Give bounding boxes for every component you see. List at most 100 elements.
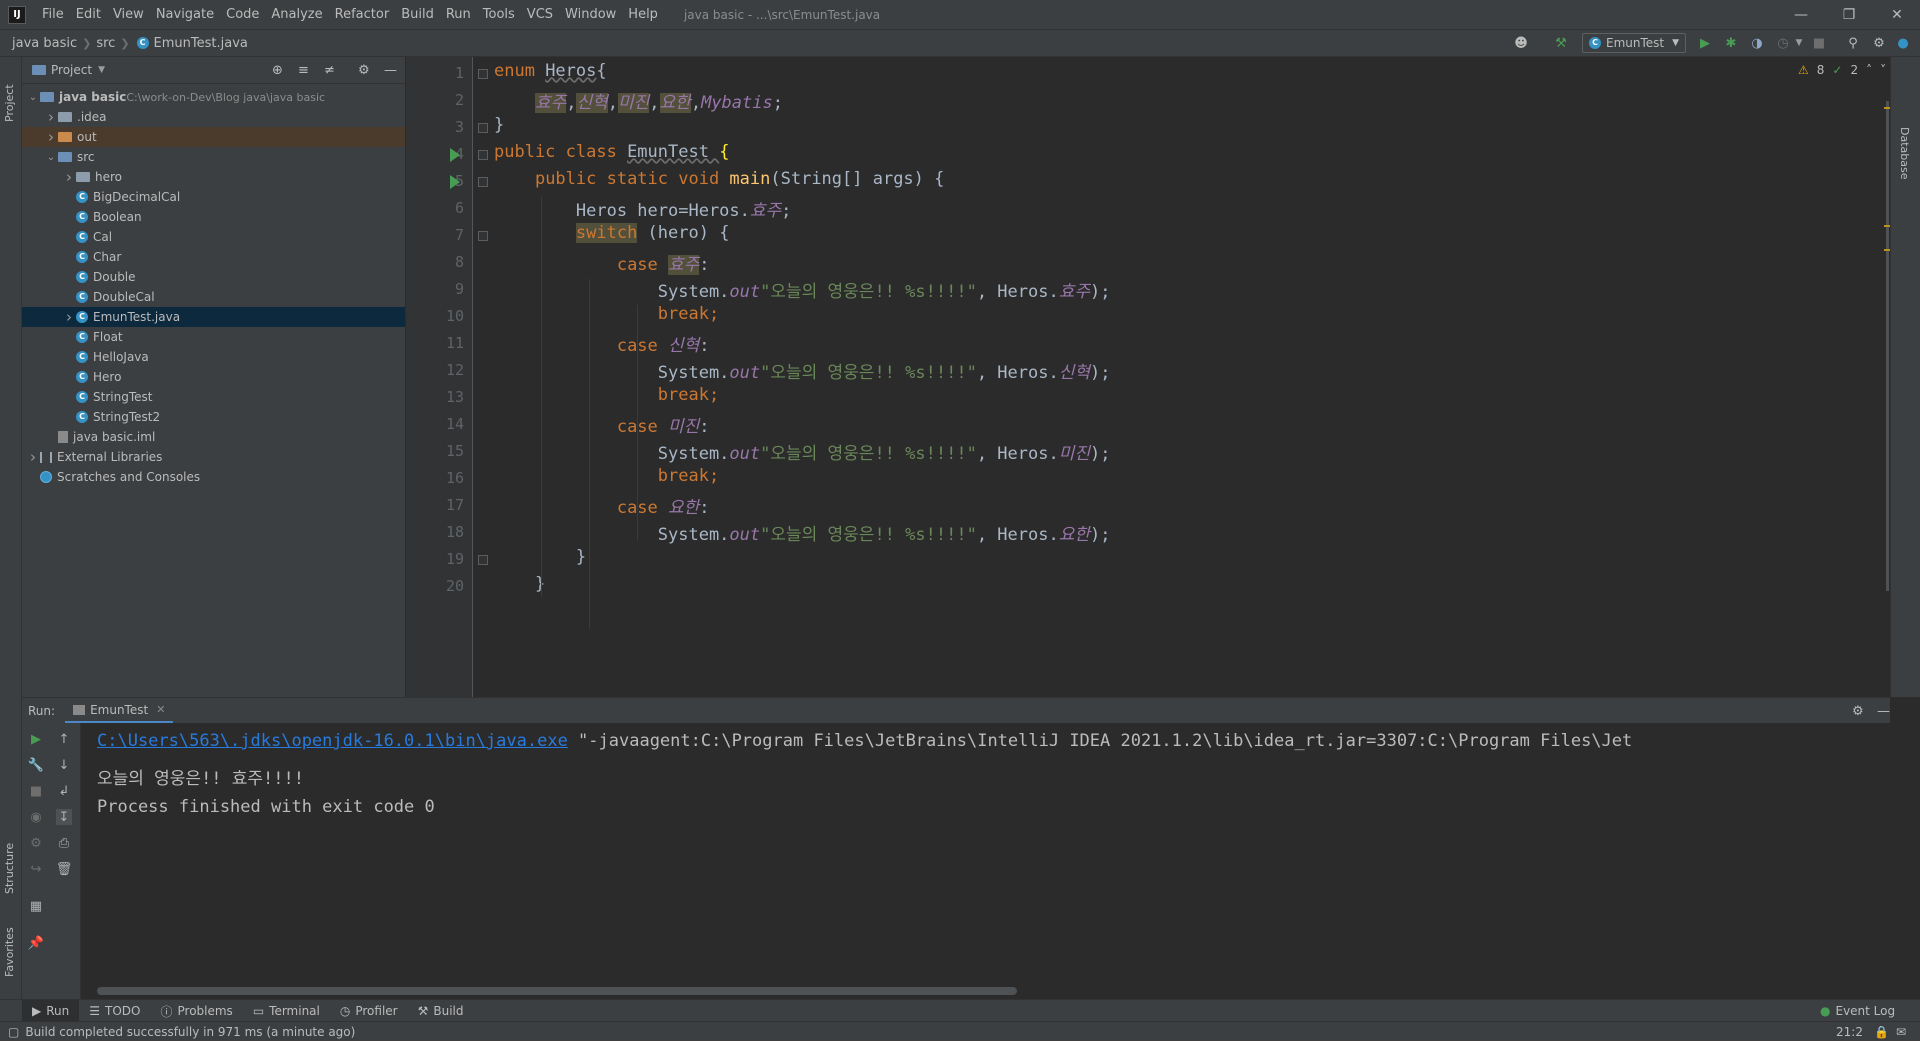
close-tab-icon[interactable]: ✕ bbox=[156, 703, 165, 716]
code-line[interactable]: System.out"오늘의 영웅은!! %s!!!!", Heros.효주); bbox=[494, 277, 1111, 302]
event-log-button[interactable]: ● Event Log bbox=[1810, 1000, 1905, 1022]
inspection-widget[interactable]: ⚠ 8 ✓ 2 ˄ ˅ bbox=[1798, 63, 1886, 77]
menu-run[interactable]: Run bbox=[440, 0, 477, 29]
menu-window[interactable]: Window bbox=[559, 0, 622, 29]
code-line[interactable]: System.out"오늘의 영웅은!! %s!!!!", Heros.요한); bbox=[494, 520, 1111, 545]
camera-icon[interactable]: ◉ bbox=[28, 809, 44, 825]
pin-icon[interactable]: 📌 bbox=[28, 935, 44, 951]
code-line[interactable]: 효주,신혁,미진,요한,Mybatis; bbox=[494, 88, 783, 113]
code-editor[interactable]: 1 2 3 4 5 6 7 8 9 10 11 12 13 14 15 16 17 18 19 20 enum Her… bbox=[406, 57, 1890, 697]
tree-item[interactable]: java basic.iml bbox=[22, 427, 405, 447]
tree-item[interactable]: C Double bbox=[22, 267, 405, 287]
plugin-update-icon[interactable]: ● bbox=[1894, 34, 1912, 52]
profiler-tool-button[interactable]: ◷ Profiler bbox=[330, 1000, 408, 1022]
notifications-icon[interactable]: ✉ bbox=[1896, 1025, 1906, 1039]
tree-item[interactable]: C Hero bbox=[22, 367, 405, 387]
menu-navigate[interactable]: Navigate bbox=[150, 0, 220, 29]
trash-icon[interactable]: 🗑 bbox=[56, 861, 73, 877]
close-icon[interactable]: ✕ bbox=[1874, 0, 1920, 29]
fold-marker-icon[interactable] bbox=[478, 150, 488, 160]
build-tool-button[interactable]: ⚒ Build bbox=[408, 1000, 474, 1022]
chevron-down-icon[interactable]: ⌄ bbox=[44, 152, 58, 163]
terminal-tool-button[interactable]: ▭ Terminal bbox=[243, 1000, 330, 1022]
menu-tools[interactable]: Tools bbox=[477, 0, 521, 29]
locate-icon[interactable]: ⊕ bbox=[272, 63, 283, 78]
structure-tool-tab[interactable]: Structure bbox=[3, 843, 16, 894]
code-line[interactable]: } bbox=[494, 574, 545, 594]
run-tool-button[interactable]: ▶ Run bbox=[22, 1000, 80, 1022]
arrow-down-icon[interactable]: ↓ bbox=[56, 757, 72, 773]
restore-icon[interactable]: ❐ bbox=[1826, 0, 1872, 29]
tree-item[interactable]: ⌄ java basic C:\work-on-Dev\Blog java\jav… bbox=[22, 87, 405, 107]
menu-edit[interactable]: Edit bbox=[70, 0, 107, 29]
tree-item[interactable]: C Boolean bbox=[22, 207, 405, 227]
tree-item[interactable]: › out bbox=[22, 127, 405, 147]
chevron-right-icon[interactable]: › bbox=[44, 128, 58, 146]
chevron-right-icon[interactable]: › bbox=[62, 168, 76, 186]
menu-view[interactable]: View bbox=[107, 0, 150, 29]
editor-scrollbar[interactable] bbox=[1886, 101, 1889, 591]
breadcrumb-file[interactable]: EmunTest.java bbox=[154, 36, 248, 51]
fold-marker-icon[interactable] bbox=[478, 123, 488, 133]
fold-marker-icon[interactable] bbox=[478, 231, 488, 241]
layout-icon[interactable]: ▦ bbox=[28, 898, 44, 914]
gear-icon[interactable]: ⚙ bbox=[358, 63, 370, 78]
code-line[interactable]: public class EmunTest { bbox=[494, 142, 729, 162]
tree-item[interactable]: C DoubleCal bbox=[22, 287, 405, 307]
run-configuration-select[interactable]: C EmunTest ▼ bbox=[1582, 33, 1686, 53]
tree-item[interactable]: C Cal bbox=[22, 227, 405, 247]
settings-icon[interactable]: ⚙ bbox=[28, 835, 44, 851]
project-tool-tab[interactable]: Project bbox=[3, 84, 16, 122]
rerun-icon[interactable]: ▶ bbox=[28, 731, 44, 747]
gear-icon[interactable]: ⚙ bbox=[1870, 34, 1888, 52]
code-line[interactable]: public static void main(String[] args) { bbox=[494, 169, 944, 189]
minimize-icon[interactable]: — bbox=[1778, 0, 1824, 29]
chevron-down-icon[interactable]: ˅ bbox=[1880, 63, 1886, 77]
soft-wrap-icon[interactable]: ↲ bbox=[56, 783, 72, 799]
user-icon[interactable]: ☻ bbox=[1512, 34, 1530, 52]
chevron-down-icon[interactable]: ▼ bbox=[98, 65, 105, 75]
stop-icon[interactable]: ■ bbox=[1810, 34, 1828, 52]
breadcrumb-folder[interactable]: src bbox=[96, 36, 115, 51]
scroll-to-end-icon[interactable]: ↧ bbox=[56, 809, 72, 825]
chevron-down-icon[interactable]: ▼ bbox=[1790, 34, 1808, 52]
code-line[interactable]: switch (hero) { bbox=[494, 223, 729, 243]
code-line[interactable]: System.out"오늘의 영웅은!! %s!!!!", Heros.신혁); bbox=[494, 358, 1111, 383]
menu-vcs[interactable]: VCS bbox=[521, 0, 559, 29]
code-line[interactable]: Heros hero=Heros.효주; bbox=[494, 196, 792, 221]
breadcrumb-project[interactable]: java basic bbox=[12, 36, 77, 51]
stop-icon[interactable]: ■ bbox=[28, 783, 44, 799]
menu-code[interactable]: Code bbox=[220, 0, 265, 29]
code-line[interactable]: break; bbox=[494, 385, 719, 405]
arrow-up-icon[interactable]: ↑ bbox=[56, 731, 72, 747]
print-icon[interactable]: ⎙ bbox=[56, 835, 72, 851]
status-layout-icon[interactable]: ▢ bbox=[8, 1025, 19, 1039]
chevron-right-icon[interactable]: › bbox=[44, 108, 58, 126]
code-line[interactable]: enum Heros{ bbox=[494, 61, 607, 81]
lock-icon[interactable]: 🔒 bbox=[1874, 1025, 1889, 1039]
chevron-right-icon[interactable]: › bbox=[26, 448, 40, 466]
menu-help[interactable]: Help bbox=[622, 0, 664, 29]
debug-icon[interactable]: ✱ bbox=[1722, 34, 1740, 52]
menu-refactor[interactable]: Refactor bbox=[329, 0, 396, 29]
fold-marker-icon[interactable] bbox=[478, 555, 488, 565]
menu-file[interactable]: File bbox=[36, 0, 70, 29]
tree-item[interactable]: C Float bbox=[22, 327, 405, 347]
menu-analyze[interactable]: Analyze bbox=[265, 0, 328, 29]
code-line[interactable]: System.out"오늘의 영웅은!! %s!!!!", Heros.미진); bbox=[494, 439, 1111, 464]
collapse-all-icon[interactable]: ≠ bbox=[324, 63, 335, 78]
code-line[interactable]: break; bbox=[494, 304, 719, 324]
code-line[interactable]: } bbox=[494, 115, 504, 135]
java-path-link[interactable]: C:\Users\563\.jdks\openjdk-16.0.1\bin\ja… bbox=[97, 731, 568, 751]
code-line[interactable]: case 요한: bbox=[494, 493, 710, 518]
tree-item[interactable]: › hero bbox=[22, 167, 405, 187]
tree-item[interactable]: C Char bbox=[22, 247, 405, 267]
build-hammer-icon[interactable]: ⚒ bbox=[1552, 34, 1570, 52]
tree-item[interactable]: › External Libraries bbox=[22, 447, 405, 467]
fold-marker-icon[interactable] bbox=[478, 69, 488, 79]
gutter-run-icon[interactable] bbox=[450, 148, 460, 162]
code-line[interactable]: case 미진: bbox=[494, 412, 710, 437]
gear-icon[interactable]: ⚙ bbox=[1852, 704, 1864, 719]
code-line[interactable]: break; bbox=[494, 466, 719, 486]
tree-item[interactable]: Scratches and Consoles bbox=[22, 467, 405, 487]
